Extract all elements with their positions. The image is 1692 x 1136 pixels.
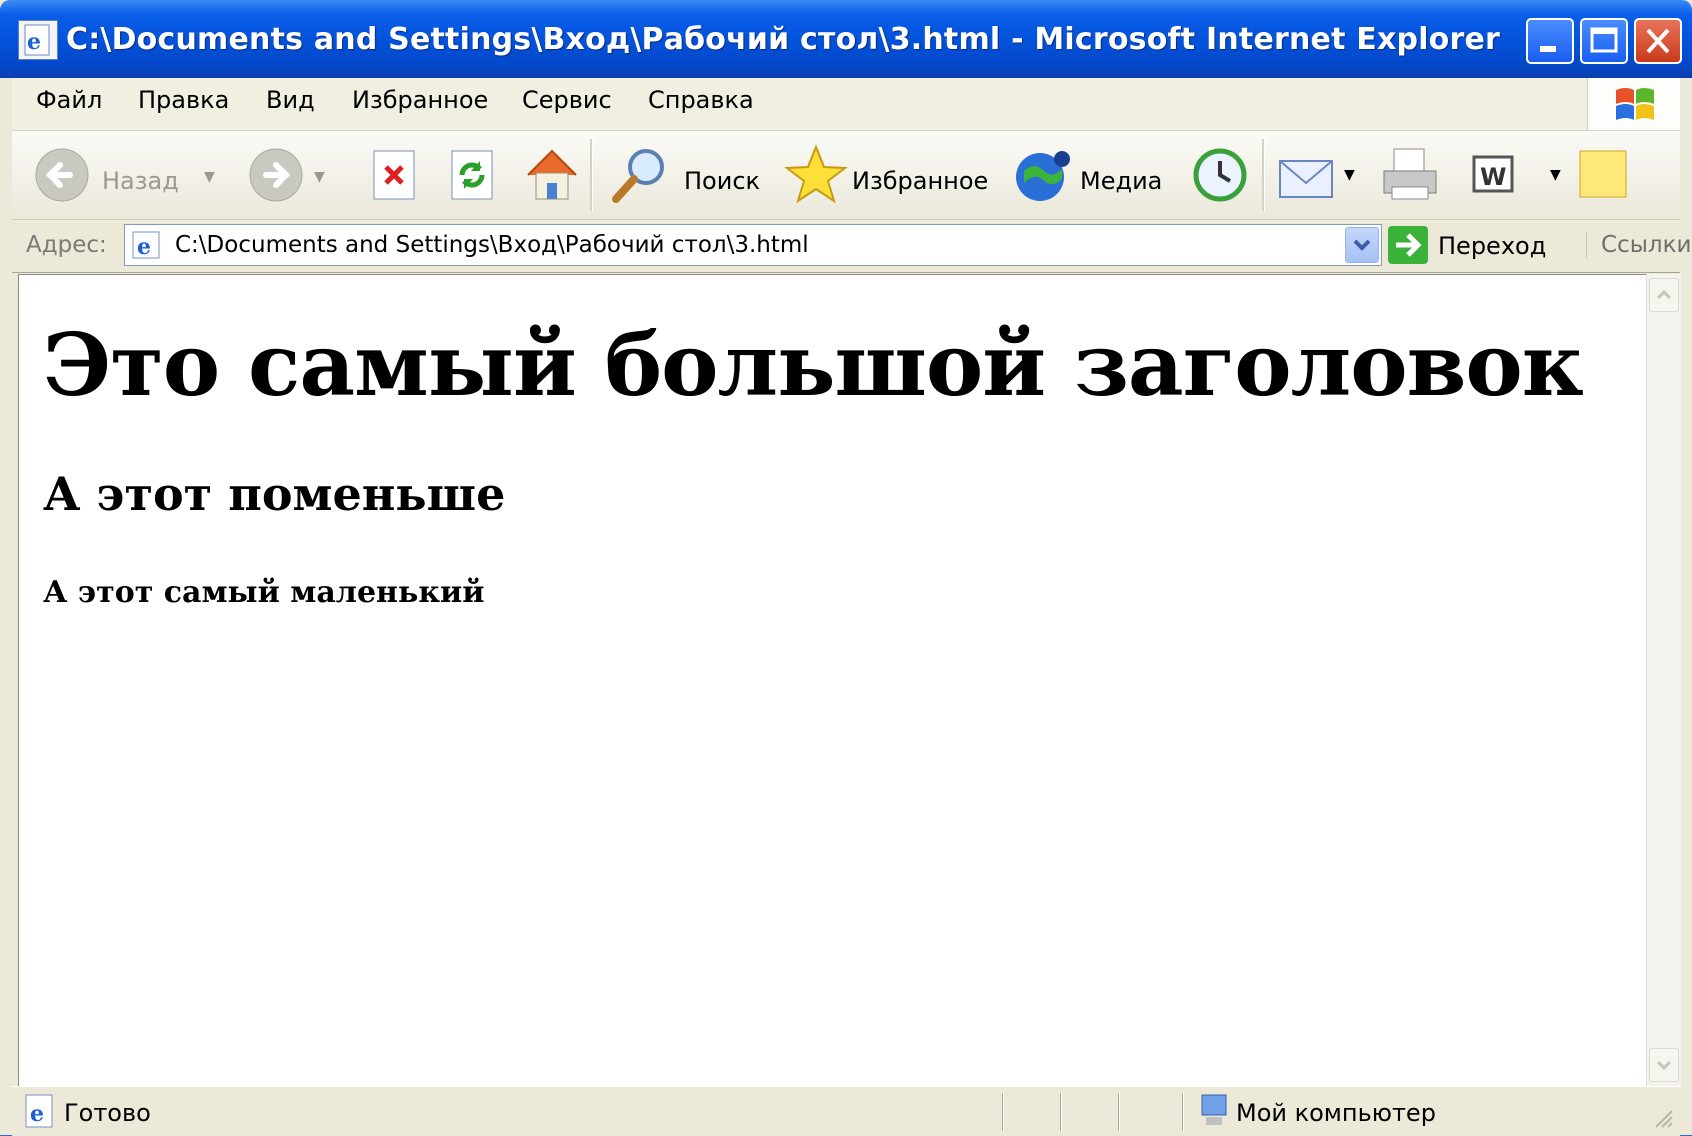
favorites-star-icon <box>784 144 848 204</box>
svg-text:W: W <box>1480 163 1506 191</box>
standard-toolbar: Назад ▼ ▼ Поиск Избранное Медиа ▼ W ▼ <box>12 131 1680 220</box>
security-zone-text: Мой компьютер <box>1236 1099 1436 1127</box>
menu-view[interactable]: Вид <box>266 86 315 114</box>
edit-word-button[interactable]: W ▼ <box>1460 141 1570 207</box>
chevron-down-icon <box>1656 1060 1672 1071</box>
menu-favorites[interactable]: Избранное <box>352 86 488 114</box>
stop-button[interactable] <box>366 141 422 207</box>
heading-1: Это самый большой заголовок <box>43 315 1584 416</box>
printer-icon <box>1383 148 1437 200</box>
ie-page-icon: e <box>18 20 58 60</box>
print-button[interactable] <box>1378 141 1442 207</box>
media-button[interactable]: Медиа <box>1012 141 1162 207</box>
my-computer-icon <box>1201 1094 1227 1125</box>
svg-text:e: e <box>137 234 151 260</box>
go-arrow-icon <box>1388 226 1428 264</box>
status-bar: e Готово Мой компьютер <box>12 1086 1680 1136</box>
scroll-up-button[interactable] <box>1649 278 1679 312</box>
status-separator <box>1118 1093 1120 1131</box>
heading-2: А этот поменьше <box>43 467 506 521</box>
browser-window: e C:\Documents and Settings\Вход\Рабочий… <box>0 0 1692 1136</box>
status-text: Готово <box>64 1099 151 1127</box>
minimize-icon <box>1540 46 1556 52</box>
favorites-label: Избранное <box>852 167 989 195</box>
sticky-note-icon <box>1579 150 1627 198</box>
status-separator <box>1060 1093 1062 1131</box>
go-button[interactable]: Переход <box>1386 224 1566 266</box>
menu-tools[interactable]: Сервис <box>522 86 612 114</box>
menu-edit[interactable]: Правка <box>138 86 229 114</box>
minimize-button[interactable] <box>1526 18 1574 64</box>
window-title: C:\Documents and Settings\Вход\Рабочий с… <box>66 22 1506 57</box>
refresh-icon <box>451 150 493 200</box>
menu-help[interactable]: Справка <box>648 86 754 114</box>
svg-text:e: e <box>27 29 41 55</box>
page-content: Это самый большой заголовок А этот помен… <box>18 274 1647 1087</box>
mail-button[interactable]: ▼ <box>1274 141 1364 207</box>
back-dropdown-icon[interactable]: ▼ <box>204 169 215 185</box>
chevron-down-icon <box>1353 239 1371 251</box>
search-button[interactable]: Поиск <box>608 141 761 207</box>
page-ie-icon: e <box>132 231 160 260</box>
page-done-icon: e <box>25 1094 53 1128</box>
toolbar-separator <box>590 139 593 211</box>
edit-dropdown-icon[interactable]: ▼ <box>1550 167 1561 183</box>
scroll-down-button[interactable] <box>1649 1048 1679 1082</box>
back-label: Назад <box>102 167 179 195</box>
home-icon <box>527 149 577 200</box>
close-button[interactable] <box>1634 18 1682 64</box>
stop-icon <box>373 150 415 200</box>
notes-button[interactable] <box>1572 141 1636 207</box>
back-arrow-icon <box>35 148 89 202</box>
address-dropdown-button[interactable] <box>1345 227 1379 263</box>
forward-arrow-icon <box>249 148 303 202</box>
address-field[interactable]: e <box>124 224 1382 266</box>
mail-dropdown-icon[interactable]: ▼ <box>1344 167 1355 183</box>
go-label: Переход <box>1438 232 1547 260</box>
status-separator <box>1182 1093 1184 1131</box>
address-input[interactable] <box>173 229 1327 261</box>
home-button[interactable] <box>520 141 584 207</box>
search-label: Поиск <box>684 167 761 195</box>
heading-4: А этот самый маленький <box>43 575 485 610</box>
favorites-button[interactable]: Избранное <box>784 141 988 207</box>
forward-dropdown-icon[interactable]: ▼ <box>314 169 325 185</box>
maximize-button[interactable] <box>1580 18 1628 64</box>
back-button[interactable]: Назад ▼ <box>32 141 215 207</box>
mail-envelope-icon <box>1279 160 1333 198</box>
close-icon <box>1646 28 1670 54</box>
word-icon: W <box>1472 155 1514 193</box>
windows-logo-icon <box>1587 78 1680 130</box>
media-label: Медиа <box>1080 167 1163 195</box>
address-bar: Адрес: e Переход Ссылки <box>12 220 1691 273</box>
forward-button[interactable]: ▼ <box>246 141 336 207</box>
title-bar[interactable]: e C:\Documents and Settings\Вход\Рабочий… <box>0 0 1692 78</box>
refresh-button[interactable] <box>444 141 500 207</box>
chevron-up-icon <box>1656 289 1672 300</box>
resize-grip-icon[interactable] <box>1650 1105 1676 1131</box>
status-separator <box>1002 1093 1004 1131</box>
search-icon <box>612 149 664 203</box>
toolbar-separator <box>1262 139 1265 211</box>
links-button[interactable]: Ссылки <box>1586 232 1691 258</box>
history-clock-icon <box>1193 148 1247 202</box>
menu-file[interactable]: Файл <box>36 86 102 114</box>
svg-text:e: e <box>30 1101 44 1127</box>
menu-bar: Файл Правка Вид Избранное Сервис Справка <box>12 78 1680 131</box>
media-globe-icon <box>1016 151 1070 201</box>
address-label: Адрес: <box>26 232 107 258</box>
maximize-icon <box>1590 27 1618 53</box>
history-button[interactable] <box>1188 141 1252 207</box>
vertical-scrollbar[interactable] <box>1646 274 1681 1086</box>
